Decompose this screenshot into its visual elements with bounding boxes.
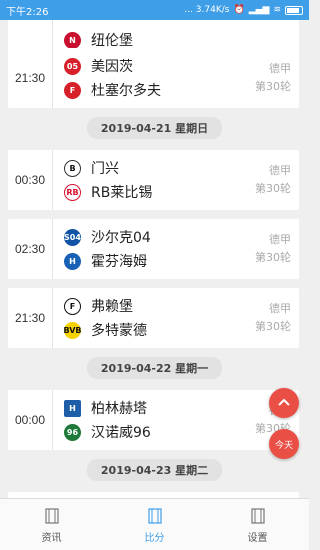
date-separator: 2019-04-23 星期二	[0, 459, 309, 481]
date-separator: 2019-04-22 星期一	[0, 357, 309, 379]
tab-label: 资讯	[41, 532, 62, 544]
today-button[interactable]: 今天	[269, 429, 299, 459]
match-time: 00:00	[14, 413, 46, 427]
nurnberg-logo-icon: N	[64, 31, 81, 49]
tab-label: 比分	[144, 532, 165, 544]
match-card[interactable]: 00:30 B 门兴 RB RB莱比锡 德甲 第30轮	[8, 150, 299, 210]
away-team-name: 汉诺威96	[91, 425, 151, 441]
match-card[interactable]: 00:00 H 柏林赫塔 96 汉诺威96 德甲 第30轮	[8, 390, 299, 450]
league-name: 德甲	[269, 233, 291, 246]
card-divider	[52, 48, 53, 108]
hertha-logo-icon: H	[64, 399, 81, 417]
settings-icon	[250, 507, 265, 524]
card-divider	[52, 219, 53, 279]
card-divider	[52, 288, 53, 348]
round-label: 第30轮	[255, 251, 291, 264]
news-icon	[44, 507, 59, 524]
date-label: 2019-04-23 星期二	[86, 459, 223, 481]
mainz-logo-icon: 05	[64, 57, 81, 75]
tab-news[interactable]: 资讯	[0, 499, 103, 550]
schalke-logo-icon: S04	[64, 228, 81, 246]
status-icons: ... 3.74K/s ⏰ ▂▄▆ ≋	[184, 5, 303, 15]
dusseldorf-logo-icon: F	[64, 81, 81, 99]
home-team-name: 美因茨	[91, 59, 133, 75]
match-card[interactable]: 21:30 05 美因茨 F 杜塞尔多夫 德甲 第30轮	[8, 48, 299, 108]
match-list[interactable]: N 纽伦堡 21:30 05 美因茨 F 杜塞尔多夫 德甲 第30轮 2019-…	[0, 20, 309, 498]
away-team-name: RB莱比锡	[91, 185, 153, 201]
today-label: 今天	[274, 440, 293, 451]
league-name: 德甲	[269, 164, 291, 177]
hoffenheim-logo-icon: H	[64, 252, 81, 270]
team-row-away: F 杜塞尔多夫	[64, 80, 161, 100]
scroll-up-button[interactable]	[269, 388, 299, 418]
team-row-home: N 纽伦堡	[64, 30, 133, 50]
hannover-logo-icon: 96	[64, 423, 81, 441]
status-time: 下午2:26	[6, 6, 49, 18]
league-info: 德甲 第30轮	[255, 60, 291, 96]
wifi-icon: ≋	[273, 5, 281, 15]
leipzig-logo-icon: RB	[64, 183, 81, 201]
date-label: 2019-04-22 星期一	[86, 357, 223, 379]
team-row-home: B 门兴	[64, 158, 119, 178]
round-label: 第30轮	[255, 320, 291, 333]
league-info: 德甲 第30轮	[255, 300, 291, 336]
match-card[interactable]: 21:30 F 弗赖堡 BVB 多特蒙德 德甲 第30轮	[8, 288, 299, 348]
gladbach-logo-icon: B	[64, 159, 81, 177]
round-label: 第30轮	[255, 80, 291, 93]
team-row-home: S04 沙尔克04	[64, 227, 151, 247]
card-divider	[52, 150, 53, 210]
away-team-name: 多特蒙德	[91, 323, 147, 339]
home-team-name: 沙尔克04	[91, 230, 151, 246]
match-time: 02:30	[14, 242, 46, 256]
tab-settings[interactable]: 设置	[206, 499, 309, 550]
battery-icon	[285, 5, 303, 15]
team-row-away: 96 汉诺威96	[64, 422, 151, 442]
league-name: 德甲	[269, 302, 291, 315]
round-label: 第30轮	[255, 182, 291, 195]
team-name: 纽伦堡	[91, 33, 133, 49]
match-time: 00:30	[14, 173, 46, 187]
team-row-away: BVB 多特蒙德	[63, 320, 147, 340]
match-time: 21:30	[14, 311, 46, 325]
team-row-home: H 柏林赫塔	[64, 398, 147, 418]
home-team-name: 柏林赫塔	[91, 401, 147, 417]
card-divider	[52, 390, 53, 450]
alarm-icon: ⏰	[233, 5, 245, 15]
bottom-tab-bar: 资讯 比分 设置	[0, 498, 309, 550]
team-row-home: 05 美因茨	[64, 56, 133, 76]
dortmund-logo-icon: BVB	[63, 321, 82, 339]
network-speed: ... 3.74K/s	[184, 5, 230, 15]
home-team-name: 弗赖堡	[91, 299, 133, 315]
league-name: 德甲	[269, 62, 291, 75]
away-team-name: 霍芬海姆	[91, 254, 147, 270]
scores-icon	[147, 507, 162, 524]
chevron-up-icon	[278, 398, 290, 406]
tab-label: 设置	[247, 532, 268, 544]
freiburg-logo-icon: F	[64, 297, 81, 315]
league-info: 德甲 第30轮	[255, 162, 291, 198]
tab-scores[interactable]: 比分	[103, 499, 206, 550]
match-time: 21:30	[14, 71, 46, 85]
status-bar: 下午2:26 ... 3.74K/s ⏰ ▂▄▆ ≋	[0, 0, 309, 20]
signal-icon: ▂▄▆	[248, 5, 270, 15]
team-row-home: F 弗赖堡	[64, 296, 133, 316]
date-label: 2019-04-21 星期日	[86, 117, 223, 139]
match-card[interactable]: 02:30 S04 沙尔克04 H 霍芬海姆 德甲 第30轮	[8, 219, 299, 279]
date-separator: 2019-04-21 星期日	[0, 117, 309, 139]
team-row-away: RB RB莱比锡	[64, 182, 152, 202]
league-info: 德甲 第30轮	[255, 231, 291, 267]
away-team-name: 杜塞尔多夫	[91, 83, 161, 99]
home-team-name: 门兴	[91, 161, 119, 177]
team-row-away: H 霍芬海姆	[64, 251, 147, 271]
